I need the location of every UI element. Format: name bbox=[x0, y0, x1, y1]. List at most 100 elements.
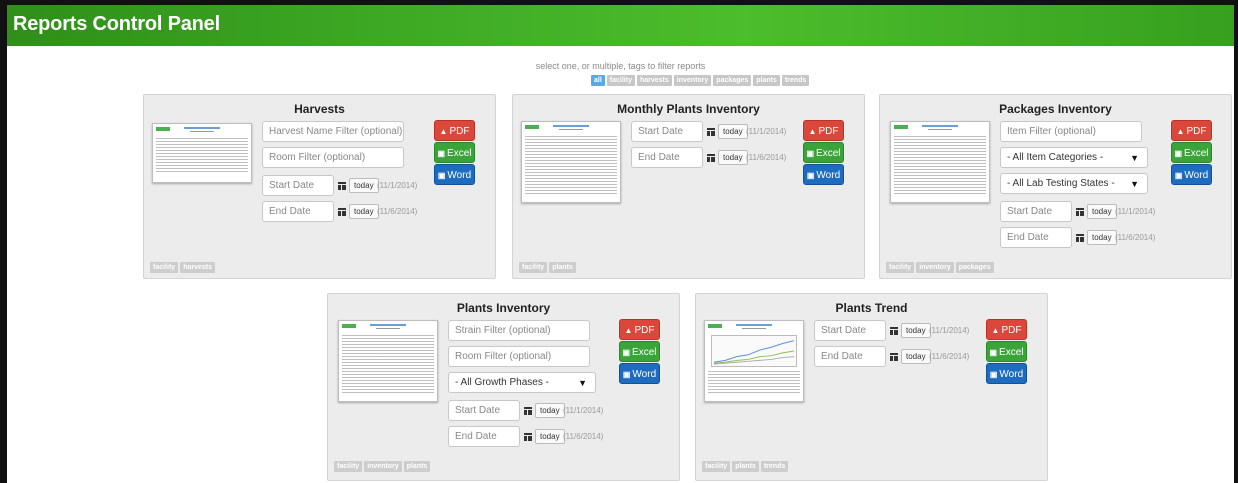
word-icon: ▣ bbox=[806, 171, 815, 180]
calendar-icon bbox=[707, 128, 715, 136]
report-thumbnail[interactable] bbox=[890, 121, 990, 203]
excel-icon: ▣ bbox=[437, 149, 446, 158]
strain-filter-input[interactable]: Strain Filter (optional) bbox=[448, 320, 590, 341]
calendar-icon bbox=[890, 327, 898, 335]
tag-plants[interactable]: plants bbox=[403, 461, 431, 472]
report-title: Plants Trend bbox=[835, 301, 908, 315]
tag-facility[interactable]: facility bbox=[886, 262, 915, 273]
excel-button[interactable]: ▣ Excel bbox=[803, 142, 844, 163]
tag-filter-trends[interactable]: trends bbox=[781, 75, 810, 86]
tag-plants[interactable]: plants bbox=[549, 262, 576, 273]
excel-icon: ▣ bbox=[1174, 149, 1183, 158]
growth-phases-select[interactable]: - All Growth Phases - ▼ bbox=[448, 372, 596, 393]
today-button[interactable]: today bbox=[349, 204, 379, 219]
report-thumbnail[interactable] bbox=[521, 121, 621, 203]
tag-filter-harvests[interactable]: harvests bbox=[636, 75, 672, 86]
pdf-icon: ▲ bbox=[991, 326, 1000, 335]
calendar-icon bbox=[524, 433, 532, 441]
tag-facility[interactable]: facility bbox=[334, 461, 363, 472]
tag-facility[interactable]: facility bbox=[519, 262, 548, 273]
excel-button[interactable]: ▣ Excel bbox=[619, 341, 660, 362]
start-date-input[interactable]: Start Date bbox=[448, 400, 520, 421]
report-title: Packages Inventory bbox=[999, 102, 1112, 116]
word-icon: ▣ bbox=[622, 370, 631, 379]
today-button[interactable]: today bbox=[718, 124, 748, 139]
tag-facility[interactable]: facility bbox=[150, 262, 179, 273]
excel-button[interactable]: ▣ Excel bbox=[1171, 142, 1212, 163]
item-categories-select[interactable]: - All Item Categories - ▼ bbox=[1000, 147, 1148, 168]
today-button[interactable]: today bbox=[901, 323, 931, 338]
report-title: Plants Inventory bbox=[456, 301, 551, 315]
pdf-button[interactable]: ▲ PDF bbox=[619, 319, 660, 340]
tag-plants[interactable]: plants bbox=[732, 461, 759, 472]
pdf-button[interactable]: ▲ PDF bbox=[434, 120, 475, 141]
excel-button[interactable]: ▣ Excel bbox=[986, 341, 1027, 362]
tag-filter-packages[interactable]: packages bbox=[713, 75, 752, 86]
end-date-input[interactable]: End Date bbox=[814, 346, 886, 367]
start-date-input[interactable]: Start Date bbox=[262, 175, 334, 196]
tag-filter-inventory[interactable]: inventory bbox=[673, 75, 712, 86]
pdf-button[interactable]: ▲ PDF bbox=[1171, 120, 1212, 141]
calendar-icon bbox=[524, 407, 532, 415]
room-filter-input[interactable]: Room Filter (optional) bbox=[262, 147, 404, 168]
start-date-input[interactable]: Start Date bbox=[814, 320, 886, 341]
report-thumbnail[interactable] bbox=[152, 123, 252, 183]
today-button[interactable]: today bbox=[349, 178, 379, 193]
word-icon: ▣ bbox=[989, 370, 998, 379]
tag-trends[interactable]: trends bbox=[760, 461, 789, 472]
pdf-button[interactable]: ▲ PDF bbox=[803, 120, 844, 141]
word-icon: ▣ bbox=[1174, 171, 1183, 180]
calendar-icon bbox=[890, 353, 898, 361]
harvest-name-filter-input[interactable]: Harvest Name Filter (optional) bbox=[262, 121, 404, 142]
tag-inventory[interactable]: inventory bbox=[916, 262, 954, 273]
today-button[interactable]: today bbox=[718, 150, 748, 165]
report-panel-plants-inventory: Plants Inventory Strain Filter (optional… bbox=[327, 293, 680, 481]
end-date-input[interactable]: End Date bbox=[631, 147, 703, 168]
start-date-hint: (11/1/2014) bbox=[1115, 207, 1156, 216]
report-tags: facility plants trends bbox=[702, 461, 789, 472]
tag-harvests[interactable]: harvests bbox=[180, 262, 215, 273]
word-button[interactable]: ▣ Word bbox=[1171, 164, 1212, 185]
tag-filter-facility[interactable]: facility bbox=[606, 75, 635, 86]
start-date-hint: (11/1/2014) bbox=[563, 406, 604, 415]
word-button[interactable]: ▣ Word bbox=[986, 363, 1027, 384]
caret-down-icon: ▼ bbox=[578, 378, 587, 388]
end-date-input[interactable]: End Date bbox=[1000, 227, 1072, 248]
page-title: Reports Control Panel bbox=[13, 13, 220, 35]
end-date-hint: (11/6/2014) bbox=[1115, 233, 1156, 242]
word-button[interactable]: ▣ Word bbox=[803, 164, 844, 185]
report-tags: facility harvests bbox=[150, 262, 215, 273]
tag-filter-all[interactable]: all bbox=[591, 75, 605, 86]
report-tags: facility inventory plants bbox=[334, 461, 431, 472]
today-button[interactable]: today bbox=[535, 403, 565, 418]
end-date-input[interactable]: End Date bbox=[262, 201, 334, 222]
excel-button[interactable]: ▣ Excel bbox=[434, 142, 475, 163]
start-date-input[interactable]: Start Date bbox=[1000, 201, 1072, 222]
today-button[interactable]: today bbox=[1087, 230, 1117, 245]
report-panel-plants-trend: Plants Trend Start Date today (11/1/2014… bbox=[695, 293, 1048, 481]
pdf-button[interactable]: ▲ PDF bbox=[986, 319, 1027, 340]
start-date-hint: (11/1/2014) bbox=[929, 326, 970, 335]
start-date-input[interactable]: Start Date bbox=[631, 121, 703, 142]
word-button[interactable]: ▣ Word bbox=[434, 164, 475, 185]
room-filter-input[interactable]: Room Filter (optional) bbox=[448, 346, 590, 367]
item-filter-input[interactable]: Item Filter (optional) bbox=[1000, 121, 1142, 142]
tag-inventory[interactable]: inventory bbox=[364, 461, 402, 472]
today-button[interactable]: today bbox=[535, 429, 565, 444]
tag-facility[interactable]: facility bbox=[702, 461, 731, 472]
header-bar: Reports Control Panel bbox=[7, 5, 1234, 46]
report-thumbnail[interactable] bbox=[338, 320, 438, 402]
today-button[interactable]: today bbox=[1087, 204, 1117, 219]
today-button[interactable]: today bbox=[901, 349, 931, 364]
pdf-icon: ▲ bbox=[1176, 127, 1185, 136]
lab-testing-states-select[interactable]: - All Lab Testing States - ▼ bbox=[1000, 173, 1148, 194]
report-tags: facility plants bbox=[519, 262, 576, 273]
report-thumbnail[interactable] bbox=[704, 320, 804, 402]
caret-down-icon: ▼ bbox=[1130, 179, 1139, 189]
caret-down-icon: ▼ bbox=[1130, 153, 1139, 163]
pdf-icon: ▲ bbox=[808, 127, 817, 136]
end-date-input[interactable]: End Date bbox=[448, 426, 520, 447]
tag-filter-plants[interactable]: plants bbox=[753, 75, 780, 86]
word-button[interactable]: ▣ Word bbox=[619, 363, 660, 384]
tag-packages[interactable]: packages bbox=[955, 262, 994, 273]
